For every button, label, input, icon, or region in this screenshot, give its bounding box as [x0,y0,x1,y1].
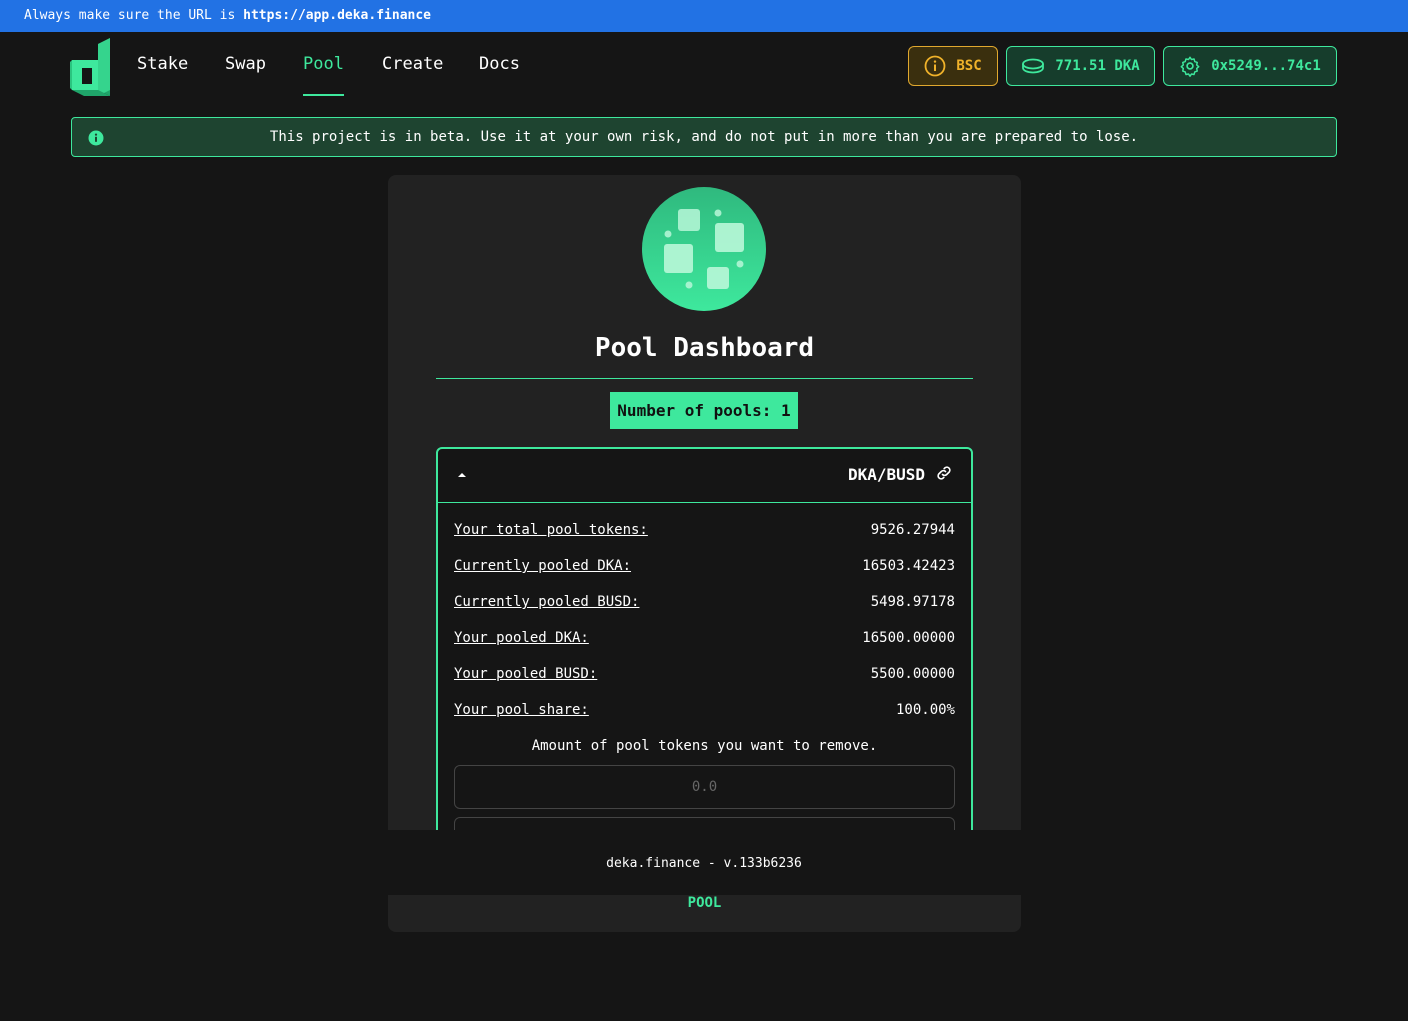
nav-create-link[interactable]: Create [382,54,443,74]
pool-count-badge: Number of pools: 1 [610,392,798,429]
pool-stat-row: Currently pooled DKA: 16503.42423 [454,558,955,578]
beta-notice-text: This project is in beta. Use it at your … [269,129,1139,145]
info-icon [88,130,104,146]
wallet-settings-button[interactable]: 0x5249...74c1 [1163,46,1337,86]
url-warning-url: https://app.deka.finance [243,8,431,23]
pool-stat-label: Your total pool tokens: [454,522,648,538]
nav-docs-link[interactable]: Docs [479,54,520,74]
pool-stat-value: 100.00% [895,702,955,718]
coins-icon [1022,58,1045,74]
pool-tab[interactable]: POOL [388,895,1021,911]
balance-button[interactable]: 771.51 DKA [1006,46,1155,86]
remove-amount-label: Amount of pool tokens you want to remove… [531,738,878,754]
pool-panel: DKA/BUSD Your total pool tokens: 9526.27… [436,447,973,847]
url-warning-prefix: Always make sure the URL is [24,8,236,23]
network-label: BSC [956,58,982,74]
pool-stat-row: Currently pooled BUSD: 5498.97178 [454,594,955,614]
pool-stat-label: Your pooled BUSD: [454,666,598,682]
top-nav: Stake Swap Pool Create Docs BSC 771.51 D… [0,32,1408,102]
beta-notice: This project is in beta. Use it at your … [71,117,1337,157]
collapse-caret-icon[interactable] [456,470,468,480]
nav-stake-link[interactable]: Stake [137,54,188,74]
nav-pool-link[interactable]: Pool [303,54,344,96]
pool-stat-row: Your pooled BUSD: 5500.00000 [454,666,955,686]
deka-logo-icon[interactable] [70,38,112,96]
pool-pair-name: DKA/BUSD [847,465,925,484]
info-circle-icon [924,55,946,77]
footer-version: deka.finance - v.133b6236 [0,830,1408,895]
network-button[interactable]: BSC [908,46,998,86]
pool-avatar-icon [642,187,766,311]
pool-stat-row: Your pool share: 100.00% [454,702,955,722]
pool-stat-label: Currently pooled BUSD: [454,594,640,610]
page-title: Pool Dashboard [594,333,815,363]
balance-label: 771.51 DKA [1055,58,1140,74]
pool-stat-value: 16500.00000 [862,630,955,646]
external-link-icon[interactable] [935,464,953,482]
pool-stat-value: 16503.42423 [862,558,955,574]
pool-stat-label: Currently pooled DKA: [454,558,632,574]
gear-icon [1180,56,1200,77]
pool-stat-label: Your pooled DKA: [454,630,589,646]
pool-stat-row: Your total pool tokens: 9526.27944 [454,522,955,542]
wallet-address: 0x5249...74c1 [1211,58,1321,74]
pool-stat-value: 5500.00000 [870,666,955,682]
pool-stat-row: Your pooled DKA: 16500.00000 [454,630,955,650]
pool-dashboard-card: Pool Dashboard Number of pools: 1 DKA/BU… [388,175,1021,932]
pool-stat-label: Your pool share: [454,702,589,718]
pool-stat-value: 5498.97178 [870,594,955,610]
title-divider [436,378,973,379]
remove-amount-input[interactable] [454,765,955,809]
pool-stat-value: 9526.27944 [870,522,955,538]
pool-panel-header[interactable]: DKA/BUSD [438,449,971,503]
url-warning-bar: Always make sure the URL is https://app.… [0,0,1408,32]
nav-swap-link[interactable]: Swap [225,54,266,74]
